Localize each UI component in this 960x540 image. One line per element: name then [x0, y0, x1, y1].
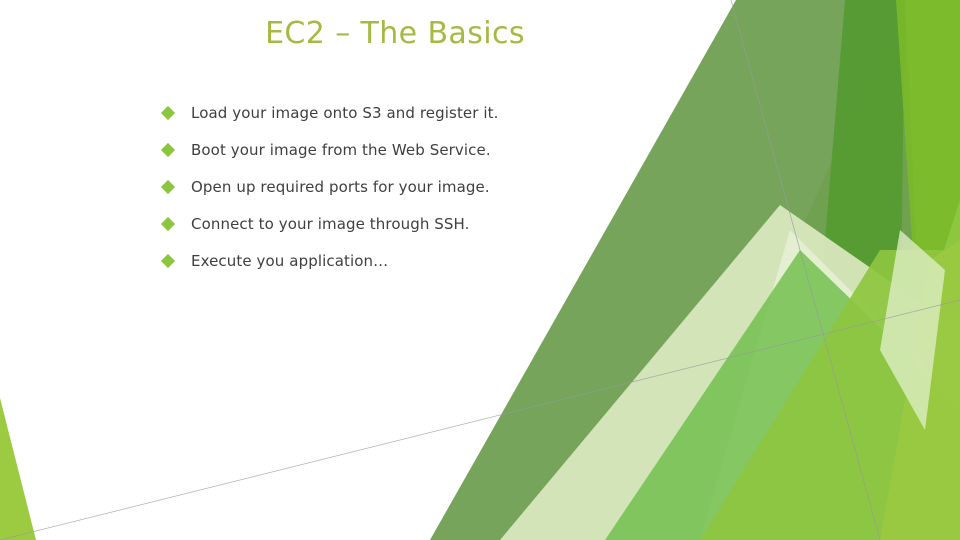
lower-right-yellow-green — [700, 250, 960, 540]
lower-mid-green-triangle — [605, 250, 960, 540]
page-title: EC2 – The Basics — [265, 16, 525, 51]
list-item-label: Execute you application… — [191, 252, 389, 270]
right-edge-accent — [880, 240, 960, 540]
list-item-label: Boot your image from the Web Service. — [191, 141, 491, 159]
dark-green-facet — [820, 0, 905, 360]
diamond-bullet-icon — [160, 142, 176, 158]
diamond-bullet-icon — [160, 179, 176, 195]
right-bright-wedge — [660, 0, 960, 540]
title-area: EC2 – The Basics — [0, 14, 790, 54]
diamond-bullet-icon — [160, 253, 176, 269]
list-item: Connect to your image through SSH. — [160, 214, 683, 235]
list-item: Execute you application… — [160, 251, 683, 272]
list-item: Load your image onto S3 and register it. — [160, 103, 683, 124]
diamond-bullet-icon — [160, 105, 176, 121]
bottom-left-green-sliver — [0, 398, 36, 540]
hairline-diagonal-shallow — [0, 299, 960, 540]
bright-green-band — [896, 0, 960, 330]
list-item: Boot your image from the Web Service. — [160, 140, 683, 161]
hairline-diagonal-steep — [730, 0, 881, 540]
list-item: Open up required ports for your image. — [160, 177, 683, 198]
list-item-label: Open up required ports for your image. — [191, 178, 490, 196]
list-item-label: Connect to your image through SSH. — [191, 215, 470, 233]
presentation-slide: EC2 – The Basics Load your image onto S3… — [0, 0, 960, 540]
diamond-bullet-icon — [160, 216, 176, 232]
list-item-label: Load your image onto S3 and register it. — [191, 104, 499, 122]
bullet-list: Load your image onto S3 and register it.… — [160, 103, 683, 272]
pale-highlight-sliver — [880, 230, 945, 430]
very-pale-green-overlay — [700, 230, 960, 540]
